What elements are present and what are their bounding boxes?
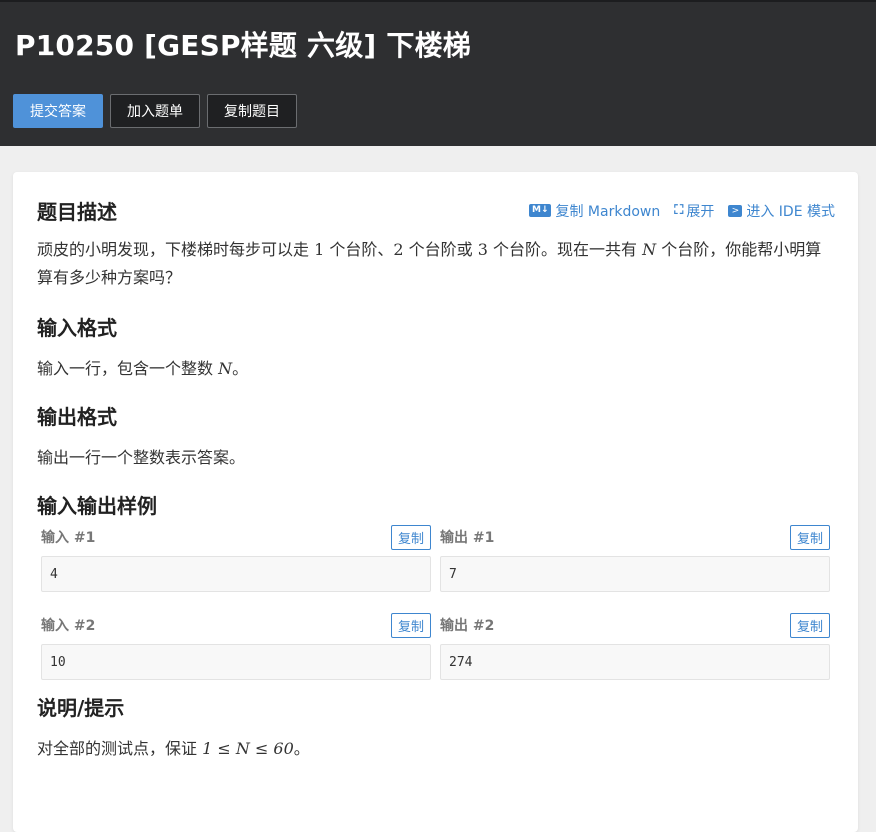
sample-input-1: 输入 #1 复制 4: [41, 524, 431, 592]
hint-text: 对全部的测试点，保证 1 ≤ N ≤ 60。: [37, 739, 310, 758]
sample-input-value: 4: [41, 556, 431, 592]
terminal-icon: >: [728, 204, 743, 217]
sample-output-value: 274: [440, 644, 830, 680]
input-format-text: 输入一行，包含一个整数 N。: [37, 359, 249, 378]
expand-link[interactable]: ⛶ 展开: [674, 201, 714, 221]
copy-sample-button[interactable]: 复制: [390, 524, 431, 550]
sample-output-label: 输出 #2: [440, 618, 495, 634]
copy-problem-button[interactable]: 复制题目: [207, 94, 297, 128]
samples-grid: 输入 #1 复制 4 输出 #1 复制 7 输入 #2 复制 10 输出 #2 …: [41, 524, 835, 680]
hint-heading: 说明/提示: [37, 696, 125, 720]
output-format-heading: 输出格式: [37, 405, 117, 429]
output-format-text: 输出一行一个整数表示答案。: [37, 448, 246, 467]
add-to-list-button[interactable]: 加入题单: [110, 94, 200, 128]
copy-markdown-link[interactable]: M↓ 复制 Markdown: [528, 201, 661, 221]
copy-markdown-label: 复制 Markdown: [555, 203, 661, 220]
copy-sample-button[interactable]: 复制: [789, 524, 830, 550]
sample-output-value: 7: [440, 556, 830, 592]
sample-output-2: 输出 #2 复制 274: [440, 612, 830, 680]
submit-button[interactable]: 提交答案: [13, 94, 103, 128]
problem-header: P10250 [GESP样题 六级] 下楼梯 提交答案 加入题单 复制题目: [0, 0, 876, 146]
ide-mode-link[interactable]: > 进入 IDE 模式: [728, 201, 835, 221]
ide-mode-label: 进入 IDE 模式: [746, 203, 835, 220]
sample-input-label: 输入 #1: [41, 530, 96, 546]
sample-output-label: 输出 #1: [440, 530, 495, 546]
copy-sample-button[interactable]: 复制: [789, 612, 830, 638]
markdown-icon: M↓: [528, 204, 552, 217]
problem-card: 题目描述 M↓ 复制 Markdown ⛶ 展开 > 进入 IDE 模式 顽皮的…: [13, 172, 858, 832]
input-format-heading: 输入格式: [37, 316, 117, 340]
description-text: 顽皮的小明发现，下楼梯时每步可以走 1 个台阶、2 个台阶或 3 个台阶。现在一…: [37, 240, 822, 287]
sample-input-2: 输入 #2 复制 10: [41, 612, 431, 680]
samples-heading: 输入输出样例: [37, 494, 157, 518]
sample-input-value: 10: [41, 644, 431, 680]
expand-label: 展开: [686, 203, 715, 220]
action-bar: 提交答案 加入题单 复制题目: [13, 94, 863, 128]
sample-output-1: 输出 #1 复制 7: [440, 524, 830, 592]
hint-formula: 1 ≤ N ≤ 60: [202, 739, 294, 758]
page-title: P10250 [GESP样题 六级] 下楼梯: [15, 29, 471, 62]
sample-input-label: 输入 #2: [41, 618, 96, 634]
description-heading: 题目描述: [37, 200, 117, 224]
toolbar: M↓ 复制 Markdown ⛶ 展开 > 进入 IDE 模式: [528, 201, 835, 221]
copy-sample-button[interactable]: 复制: [390, 612, 431, 638]
expand-icon: ⛶: [674, 203, 683, 218]
